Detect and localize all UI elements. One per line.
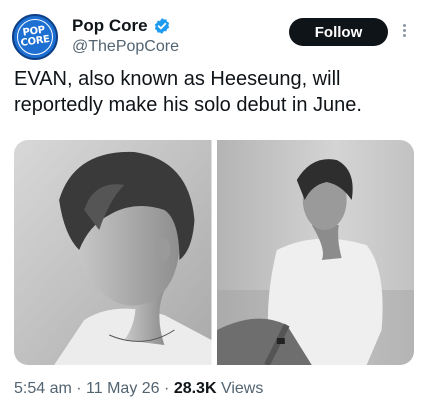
photo-right[interactable] — [216, 140, 414, 365]
avatar-logo-text: POP CORE — [19, 25, 50, 49]
views-count: 28.3K — [173, 380, 217, 397]
more-vertical-icon[interactable] — [398, 22, 410, 42]
follow-button[interactable]: Follow — [289, 18, 388, 46]
tweet-meta: 5:54 am · 11 May 26 · 28.3K Views — [14, 380, 263, 398]
tweet-header: POP CORE Pop Core @ThePopCore Follow — [0, 0, 427, 62]
tweet-time[interactable]: 5:54 am — [14, 380, 72, 397]
name-row: Pop Core — [72, 16, 171, 36]
tweet-date[interactable]: 11 May 26 — [86, 380, 160, 397]
photo-right-image — [216, 140, 414, 365]
media-grid — [14, 140, 414, 365]
tweet-text: EVAN, also known as Heeseung, will repor… — [14, 68, 362, 116]
meta-separator: · — [76, 380, 82, 397]
photo-left-image — [14, 140, 212, 365]
verified-badge-icon — [154, 18, 169, 34]
meta-separator: · — [164, 380, 170, 397]
photo-left[interactable] — [14, 140, 212, 365]
display-name[interactable]: Pop Core — [72, 16, 148, 36]
views-label: Views — [220, 380, 264, 397]
handle[interactable]: @ThePopCore — [72, 38, 179, 56]
avatar[interactable]: POP CORE — [12, 14, 58, 60]
